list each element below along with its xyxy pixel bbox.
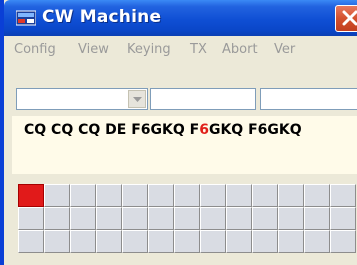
grid-cell[interactable] [122, 184, 148, 207]
grid-cell[interactable] [18, 207, 44, 230]
grid-cell[interactable] [330, 230, 356, 253]
menu-bar: Config View Keying TX Abort Ver [8, 36, 357, 64]
menu-tx[interactable]: TX [190, 42, 207, 57]
grid-cell-active[interactable] [18, 184, 44, 207]
grid-cell[interactable] [304, 230, 330, 253]
title-bar[interactable]: CW Machine [4, 0, 357, 36]
grid-cell[interactable] [148, 230, 174, 253]
grid-cell[interactable] [330, 207, 356, 230]
grid-cell[interactable] [96, 230, 122, 253]
message-text-area[interactable]: CQ CQ CQ DE F6GKQ F6GKQ F6GKQ [12, 116, 357, 174]
grid-cell[interactable] [278, 230, 304, 253]
app-window-icon [15, 10, 37, 26]
grid-cell[interactable] [330, 184, 356, 207]
grid-cell[interactable] [18, 230, 44, 253]
grid-cell[interactable] [70, 184, 96, 207]
chevron-down-icon [133, 97, 142, 102]
window-title: CW Machine [42, 7, 162, 27]
close-button[interactable] [335, 5, 357, 32]
grid-cell[interactable] [278, 184, 304, 207]
grid-cell[interactable] [226, 207, 252, 230]
grid-cell[interactable] [70, 207, 96, 230]
menu-config[interactable]: Config [14, 42, 56, 57]
menu-keying[interactable]: Keying [127, 42, 171, 57]
grid-cell[interactable] [96, 184, 122, 207]
grid-cell[interactable] [200, 207, 226, 230]
grid-cell[interactable] [278, 207, 304, 230]
menu-ver[interactable]: Ver [274, 42, 295, 57]
grid-cell[interactable] [252, 230, 278, 253]
grid-cell[interactable] [252, 207, 278, 230]
toolbar [8, 64, 357, 116]
grid-cell[interactable] [174, 230, 200, 253]
grid-cell[interactable] [122, 207, 148, 230]
grid-cell[interactable] [226, 230, 252, 253]
grid-cell[interactable] [96, 207, 122, 230]
grid-cell[interactable] [252, 184, 278, 207]
grid-cell[interactable] [148, 184, 174, 207]
menu-view[interactable]: View [78, 42, 109, 57]
grid-cell[interactable] [122, 230, 148, 253]
key-grid [18, 184, 356, 253]
input-field-2[interactable] [260, 88, 357, 110]
grid-cell[interactable] [200, 230, 226, 253]
grid-cell[interactable] [226, 184, 252, 207]
sent-text: CQ CQ CQ DE F6GKQ F [24, 122, 200, 138]
input-field-1[interactable] [150, 88, 256, 110]
close-icon [342, 10, 357, 26]
grid-cell[interactable] [44, 207, 70, 230]
grid-cell[interactable] [174, 184, 200, 207]
current-character: 6 [199, 122, 209, 138]
menu-abort[interactable]: Abort [222, 42, 258, 57]
grid-cell[interactable] [70, 230, 96, 253]
grid-cell[interactable] [174, 207, 200, 230]
grid-cell[interactable] [148, 207, 174, 230]
pending-text: GKQ F6GKQ [208, 122, 302, 138]
key-grid-panel [12, 174, 357, 265]
grid-cell[interactable] [304, 207, 330, 230]
grid-cell[interactable] [304, 184, 330, 207]
mode-combo[interactable] [16, 88, 148, 110]
grid-cell[interactable] [44, 184, 70, 207]
combo-dropdown-button[interactable] [128, 90, 146, 108]
grid-cell[interactable] [44, 230, 70, 253]
app-window: CW Machine Config View Keying TX Abort V… [0, 0, 357, 265]
grid-cell[interactable] [200, 184, 226, 207]
